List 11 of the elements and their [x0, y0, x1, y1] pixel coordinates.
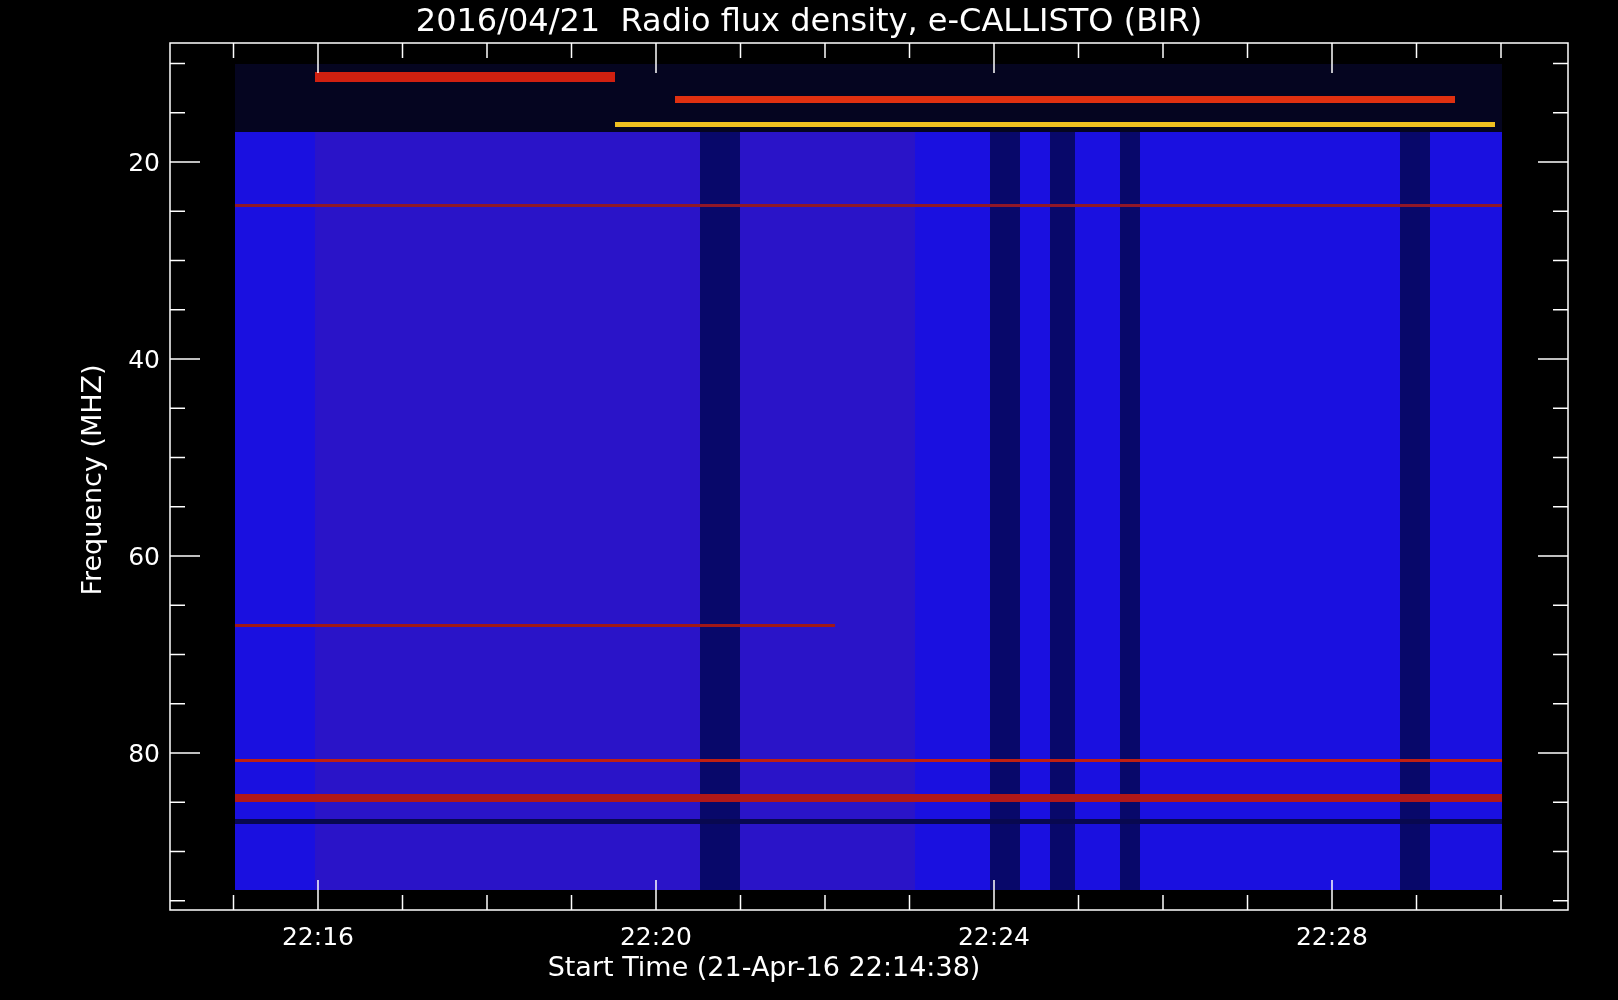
- x-tick-label: 22:24: [958, 922, 1030, 951]
- y-tick-label: 40: [128, 345, 160, 374]
- y-tick-label: 80: [128, 739, 160, 768]
- x-tick-label: 22:20: [620, 922, 692, 951]
- x-tick-label: 22:16: [282, 922, 354, 951]
- chart-title: 2016/04/21 Radio flux density, e-CALLISTO (BIR): [415, 1, 1203, 39]
- x-axis-label: Start Time (21-Apr-16 22:14:38): [547, 951, 981, 982]
- y-tick-label: 60: [128, 542, 160, 571]
- y-axis-label: Frequency (MHZ): [76, 364, 107, 596]
- y-tick-label: 20: [128, 148, 160, 177]
- x-tick-label: 22:28: [1296, 922, 1368, 951]
